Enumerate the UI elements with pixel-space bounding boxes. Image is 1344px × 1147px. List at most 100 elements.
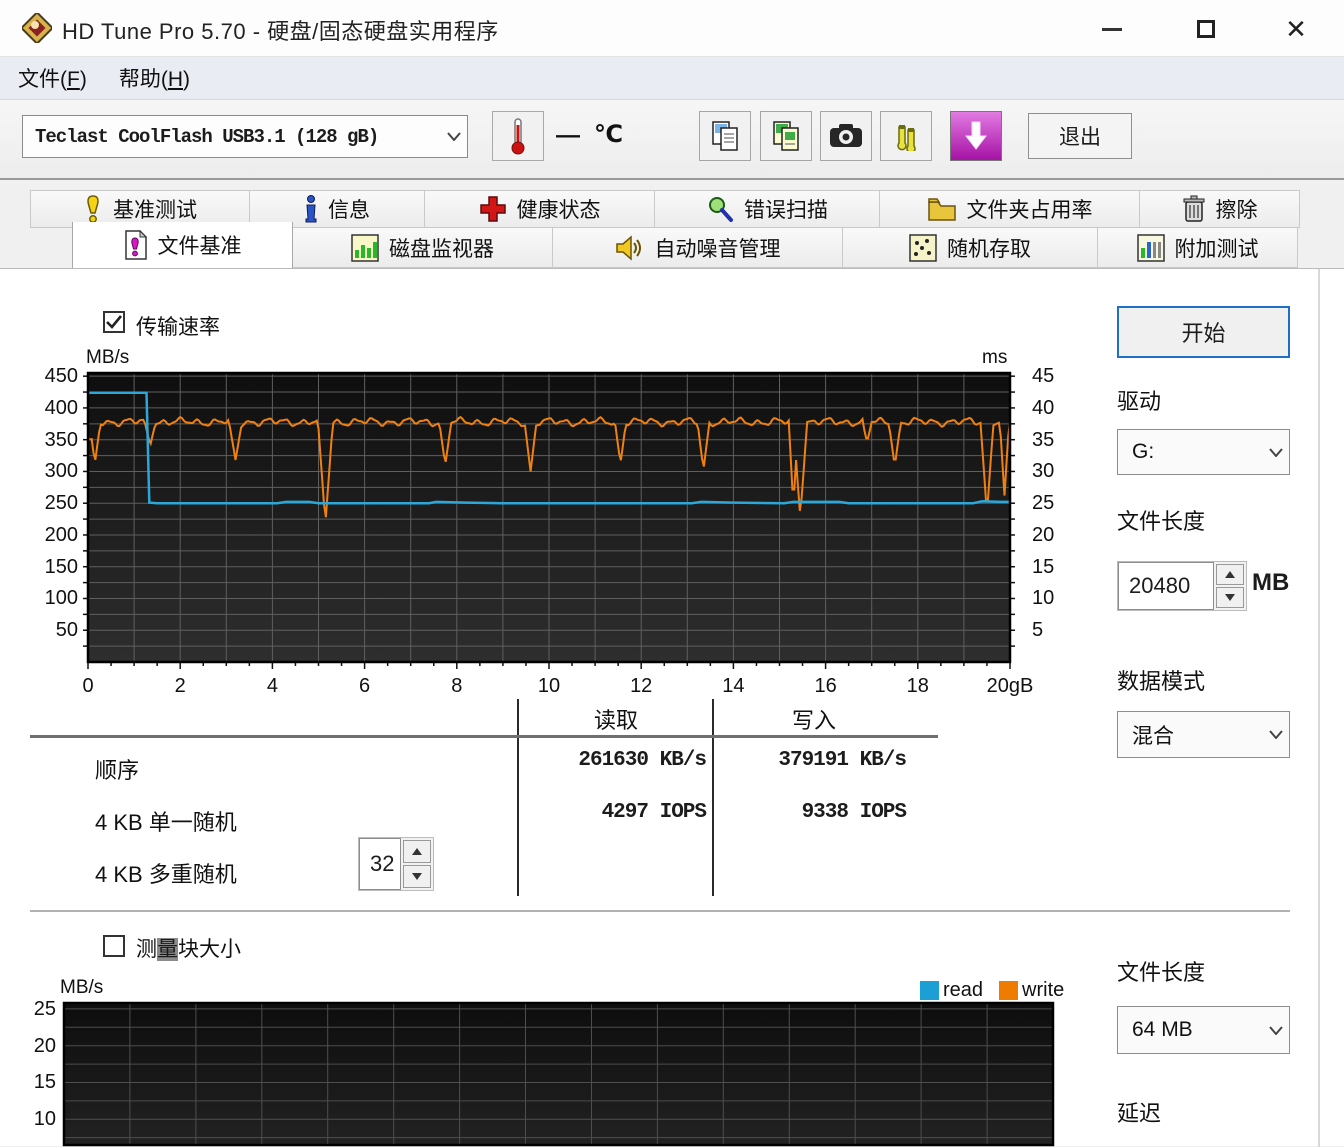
chart-legend: read write	[920, 979, 1076, 1002]
health-icon	[479, 195, 507, 223]
app-icon	[22, 13, 52, 43]
copy-text-button[interactable]	[699, 111, 751, 161]
download-button[interactable]	[950, 111, 1002, 161]
main-chart-y2-unit: ms	[982, 347, 1008, 368]
error-scan-icon	[706, 195, 734, 223]
copy-image-icon	[773, 121, 799, 151]
table-divider	[712, 699, 714, 896]
tab-aam[interactable]: 自动噪音管理	[553, 228, 843, 268]
spin-up-button[interactable]	[403, 840, 431, 863]
tab-health[interactable]: 健康状态	[425, 190, 655, 228]
thermometer-icon	[511, 118, 525, 155]
block-size-chart	[62, 1001, 1055, 1147]
tab-file-benchmark[interactable]: 文件基准	[72, 222, 293, 268]
copy-text-icon	[712, 121, 738, 151]
tab-folder-usage[interactable]: 文件夹占用率	[880, 190, 1140, 228]
maximize-icon	[1197, 20, 1215, 38]
main-chart-y-axis-labels: 450 400 350 300 250 200 150 100 50	[44, 365, 78, 642]
section-separator	[30, 910, 1290, 912]
table-divider	[517, 699, 519, 896]
drive-dropdown-value: G:	[1132, 440, 1155, 463]
file-benchmark-icon	[124, 230, 148, 260]
file-length-unit: MB	[1252, 569, 1290, 596]
spin-down-button[interactable]	[1216, 587, 1244, 608]
block-size-label: 测量块大小	[136, 938, 241, 961]
chevron-down-icon	[1263, 447, 1289, 457]
data-mode-dropdown[interactable]: 混合	[1117, 711, 1290, 758]
bottom-file-length-dropdown[interactable]: 64 MB	[1117, 1006, 1290, 1054]
title-bar: HD Tune Pro 5.70 - 硬盘/固态硬盘实用程序 ✕	[0, 0, 1344, 57]
tab-error-scan[interactable]: 错误扫描	[655, 190, 880, 228]
tab-strip: 基准测试 信息 健康状态 错误扫描 文件夹占用率 擦除 文件基准 磁盘监视器 自…	[0, 180, 1344, 268]
spin-down-button[interactable]	[403, 865, 431, 888]
arrow-down-icon	[1225, 594, 1235, 601]
random-multi-row-label: 4 KB 多重随机	[95, 862, 237, 887]
temperature-unit: ℃	[594, 121, 624, 148]
spin-up-button[interactable]	[1216, 564, 1244, 585]
tab-extra-tests[interactable]: 附加测试	[1098, 228, 1298, 268]
main-chart-y-unit: MB/s	[86, 347, 130, 368]
read-column-header: 读取	[593, 708, 638, 733]
table-header-rule	[30, 735, 938, 738]
tab-disk-monitor[interactable]: 磁盘监视器	[293, 228, 553, 268]
main-chart-x-axis-labels: 0 2 4 6 8 10 12 14 16 18 20gB	[82, 675, 1034, 697]
tab-erase[interactable]: 擦除	[1140, 190, 1300, 228]
drive-label: 驱动	[1117, 389, 1162, 414]
audio-button[interactable]	[880, 111, 932, 161]
queue-depth-spinner[interactable]: 32	[358, 837, 434, 891]
chevron-down-icon	[1263, 730, 1289, 739]
info-icon	[304, 195, 318, 223]
window-title: HD Tune Pro 5.70 - 硬盘/固态硬盘实用程序	[62, 19, 499, 44]
arrow-up-icon	[412, 848, 422, 855]
file-length-value[interactable]: 20480	[1118, 562, 1214, 610]
benchmark-icon	[83, 195, 103, 223]
copy-image-button[interactable]	[760, 111, 812, 161]
panel-separator	[1318, 269, 1320, 1147]
random-single-row-label: 4 KB 单一随机	[95, 810, 237, 835]
camera-icon	[830, 124, 862, 147]
screenshot-button[interactable]	[820, 111, 872, 161]
sequential-read-value: 261630 KB/s	[578, 749, 707, 772]
minimize-button[interactable]	[1082, 12, 1142, 46]
write-legend-label: write	[1022, 979, 1065, 1001]
data-mode-value: 混合	[1132, 724, 1174, 748]
exit-button[interactable]: 退出	[1028, 113, 1132, 159]
maximize-button[interactable]	[1176, 12, 1236, 46]
arrow-down-icon	[412, 873, 422, 880]
toolbar: Teclast CoolFlash USB3.1 (128 gB) — ℃ 退出	[0, 100, 1344, 180]
menu-help[interactable]: 帮助(H)	[105, 63, 204, 93]
menu-bar: 文件(F) 帮助(H)	[0, 57, 1344, 100]
latency-label: 延迟	[1117, 1101, 1162, 1126]
drive-dropdown[interactable]: G:	[1117, 429, 1290, 475]
aam-icon	[615, 234, 645, 262]
file-benchmark-panel: 开始 传输速率 MB/s ms 450 400 350 300 250 200 150 100…	[0, 268, 1344, 1147]
file-length-spinner[interactable]: 20480	[1117, 561, 1247, 611]
random-access-icon	[909, 233, 937, 262]
queue-depth-value[interactable]: 32	[359, 838, 401, 890]
minimize-icon	[1102, 27, 1122, 31]
random-single-write-value: 9338 IOPS	[801, 801, 907, 824]
start-button[interactable]: 开始	[1117, 306, 1290, 358]
audio-icon	[897, 125, 916, 151]
sequential-row-label: 顺序	[95, 758, 140, 783]
data-mode-label: 数据模式	[1117, 669, 1206, 694]
drive-selector-value: Teclast CoolFlash USB3.1 (128 gB)	[35, 125, 379, 148]
transfer-rate-label: 传输速率	[136, 316, 220, 339]
erase-icon	[1182, 195, 1206, 223]
close-button[interactable]: ✕	[1266, 12, 1326, 46]
temperature-button[interactable]	[492, 111, 544, 161]
temperature-value: —	[556, 122, 580, 149]
bottom-chart-y-unit: MB/s	[60, 977, 104, 998]
arrow-up-icon	[1225, 571, 1235, 578]
transfer-rate-checkbox[interactable]	[103, 311, 125, 333]
bottom-file-length-value: 64 MB	[1132, 1018, 1193, 1041]
block-size-checkbox[interactable]	[103, 935, 125, 957]
read-legend-swatch	[920, 981, 939, 1000]
bottom-chart-y-axis-labels: 25 20 15 10	[33, 997, 56, 1131]
chevron-down-icon	[441, 132, 467, 141]
transfer-rate-chart	[83, 371, 1015, 669]
disk-monitor-icon	[351, 233, 379, 262]
drive-selector[interactable]: Teclast CoolFlash USB3.1 (128 gB)	[22, 115, 468, 158]
tab-random-access[interactable]: 随机存取	[843, 228, 1098, 268]
menu-file[interactable]: 文件(F)	[4, 63, 101, 93]
